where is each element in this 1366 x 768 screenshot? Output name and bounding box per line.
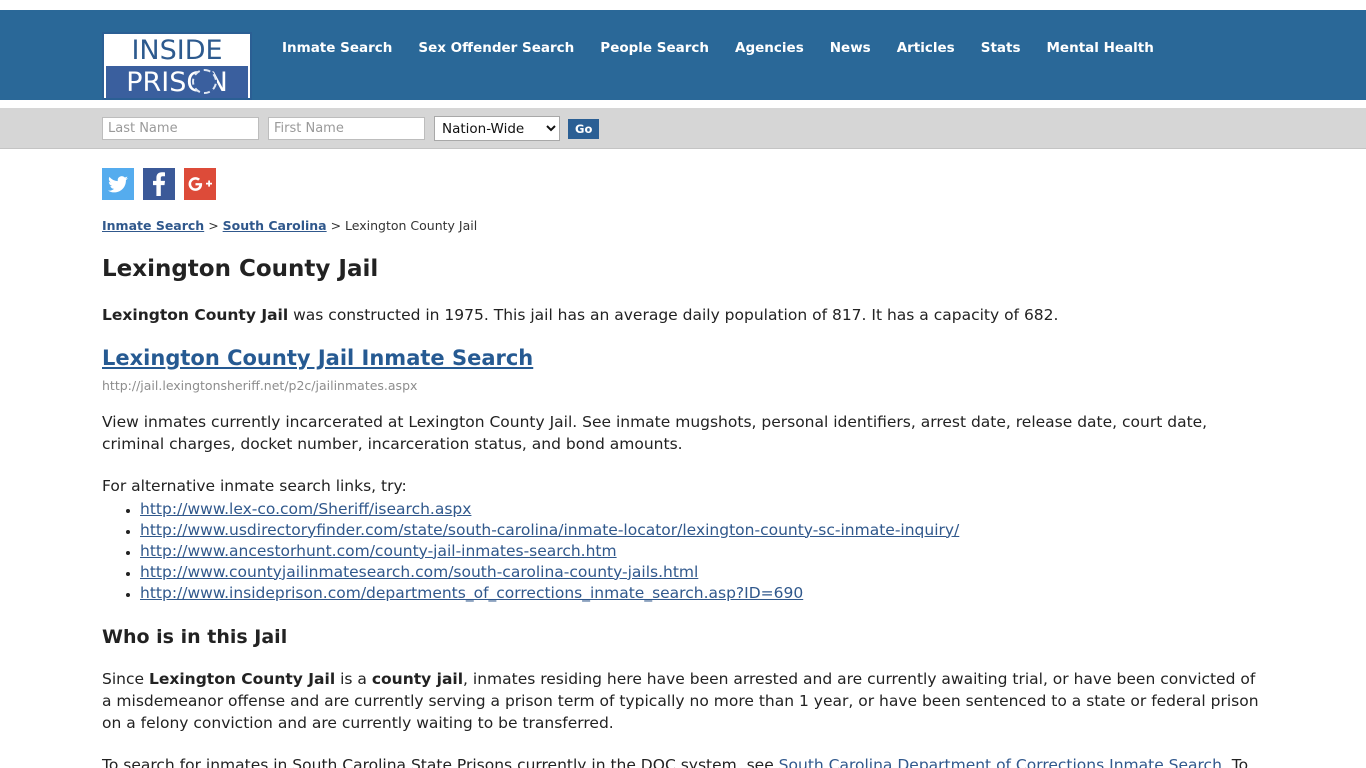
nav-item-articles[interactable]: Articles <box>884 38 968 58</box>
logo-line-prison: PRISON <box>106 66 248 98</box>
who-is-in-jail-paragraph: Since Lexington County Jail is a county … <box>102 668 1262 734</box>
alt-link-insideprison[interactable]: http://www.insideprison.com/departments_… <box>140 584 803 602</box>
breadcrumb-separator-1: > <box>204 218 223 233</box>
list-item: http://www.usdirectoryfinder.com/state/s… <box>140 520 1262 541</box>
barbed-wire-circle-icon <box>192 69 217 94</box>
who-part-1: Since <box>102 669 149 688</box>
last-name-input[interactable] <box>102 117 259 140</box>
search-description: View inmates currently incarcerated at L… <box>102 412 1208 453</box>
breadcrumb: Inmate Search > South Carolina > Lexingt… <box>102 218 1262 234</box>
section-heading-who-is-in-this-jail: Who is in this Jail <box>102 625 288 648</box>
alt-link-usdirectoryfinder[interactable]: http://www.usdirectoryfinder.com/state/s… <box>140 521 959 539</box>
nav-item-news[interactable]: News <box>817 38 884 58</box>
nav-item-people-search[interactable]: People Search <box>587 38 722 58</box>
inmate-search-bar: Nation-Wide Go <box>0 108 1366 149</box>
first-name-input[interactable] <box>268 117 425 140</box>
main-content: Inmate Search > South Carolina > Lexingt… <box>102 218 1262 768</box>
go-button[interactable]: Go <box>568 118 600 139</box>
nav-item-sex-offender-search[interactable]: Sex Offender Search <box>405 38 587 58</box>
alt-link-countyjailinmatesearch[interactable]: http://www.countyjailinmatesearch.com/so… <box>140 563 698 581</box>
facebook-icon[interactable] <box>143 168 175 200</box>
page-title: Lexington County Jail <box>102 256 379 282</box>
main-navigation: Inmate Search Sex Offender Search People… <box>282 38 1167 58</box>
intro-rest: was constructed in 1975. This jail has a… <box>288 305 1059 324</box>
nav-item-inmate-search[interactable]: Inmate Search <box>282 38 405 58</box>
inmate-search-url: http://jail.lexingtonsheriff.net/p2c/jai… <box>102 377 418 393</box>
list-item: http://www.insideprison.com/departments_… <box>140 583 1262 604</box>
alternative-links-list: http://www.lex-co.com/Sheriff/isearch.as… <box>102 499 1262 604</box>
inmate-search-link[interactable]: Lexington County Jail Inmate Search <box>102 346 533 370</box>
doc-search-paragraph: To search for inmates in South Carolina … <box>102 754 1262 768</box>
alternative-links-intro: For alternative inmate search links, try… <box>102 476 407 495</box>
breadcrumb-link-south-carolina[interactable]: South Carolina <box>223 218 327 233</box>
nav-item-agencies[interactable]: Agencies <box>722 38 817 58</box>
google-plus-icon[interactable] <box>184 168 216 200</box>
who-jail-name: Lexington County Jail <box>148 669 336 688</box>
doc-inmate-search-link[interactable]: South Carolina Department of Corrections… <box>779 756 1222 768</box>
intro-paragraph: Lexington County Jail was constructed in… <box>102 304 1262 326</box>
breadcrumb-current: Lexington County Jail <box>345 218 478 233</box>
alt-link-ancestorhunt[interactable]: http://www.ancestorhunt.com/county-jail-… <box>140 542 617 560</box>
list-item: http://www.countyjailinmatesearch.com/so… <box>140 562 1262 583</box>
alt-link-lex-co[interactable]: http://www.lex-co.com/Sheriff/isearch.as… <box>140 500 471 518</box>
intro-jail-name: Lexington County Jail <box>102 305 289 324</box>
list-item: http://www.lex-co.com/Sheriff/isearch.as… <box>140 499 1262 520</box>
logo-line-inside: INSIDE <box>104 34 250 66</box>
page-root: INSIDE PRISON Inmate Search Sex Offender… <box>0 0 1366 768</box>
list-item: http://www.ancestorhunt.com/county-jail-… <box>140 541 1262 562</box>
nav-item-stats[interactable]: Stats <box>968 38 1034 58</box>
logo-text-inside: INSIDE <box>131 34 223 66</box>
breadcrumb-link-inmate-search[interactable]: Inmate Search <box>102 218 204 233</box>
who-part-2: is a <box>335 669 372 688</box>
search-scope-select[interactable]: Nation-Wide <box>434 116 560 141</box>
site-logo[interactable]: INSIDE PRISON <box>102 32 252 100</box>
site-header: INSIDE PRISON Inmate Search Sex Offender… <box>0 10 1366 100</box>
social-share-row <box>102 168 216 200</box>
nav-item-mental-health[interactable]: Mental Health <box>1034 38 1167 58</box>
twitter-icon[interactable] <box>102 168 134 200</box>
breadcrumb-separator-2: > <box>326 218 346 233</box>
doc-part-1: To search for inmates in South Carolina … <box>102 755 779 768</box>
who-county-jail: county jail <box>371 669 464 688</box>
